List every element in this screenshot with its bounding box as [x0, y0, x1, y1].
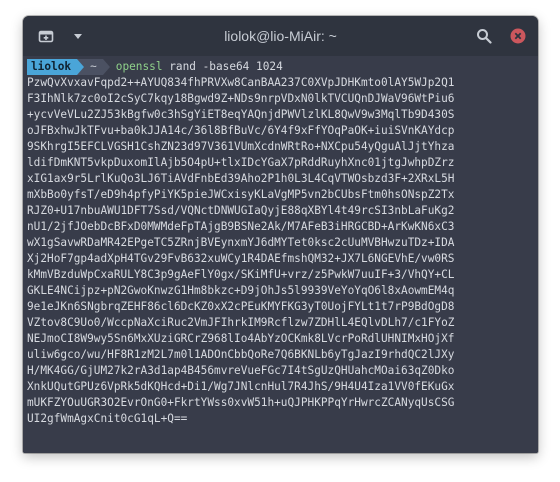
output-line: PzwQvXvxavFqpd2++AYUQ834fhPRVXw8CanBAA23… [27, 76, 455, 89]
close-button[interactable] [506, 16, 530, 56]
output-line: xIG1ax9r5LrlKuQo3LJ6TiAVdFnbEd39Aho2P1h0… [27, 172, 455, 185]
search-button[interactable] [472, 16, 496, 56]
command-output: PzwQvXvxavFqpd2++AYUQ834fhPRVXw8CanBAA23… [27, 75, 538, 427]
output-line: mXbBo0yfsT/eD9h4pfyPiYK5pieJWCxisyKLaVgM… [27, 188, 455, 201]
output-line: 9SKhrgI5EFCLVGSH1CshZN23d97V361VUmXcdnWR… [27, 140, 455, 153]
output-line: H/MK4GG/GjUM27k2rA3d1ap4B456mvreVueFGc7I… [27, 364, 455, 377]
output-line: +ycvVeVLu2ZJ53kBgfw0c3hSgYiET8eqYAQnjdPW… [27, 108, 455, 121]
output-line: mUKFZYOuUGR3O2EvrOnG0+FkrtYWss0xvW51h+uQ… [27, 396, 455, 409]
output-line: uliw6gco/wu/HF8R1zM2L7m0l1ADOnCbbQoRe7Q6… [27, 348, 455, 361]
prompt-line: liolok ~ openssl rand -base64 1024 [27, 59, 538, 75]
output-line: Xj2HoF7gp4adXpH4TGv29FvB632xuWCy1R4DAEfm… [27, 252, 455, 265]
output-line: 9e1eJKn6SNgbrqZEHF86cl6DcKZ0xX2cPEuKMYFK… [27, 300, 455, 313]
output-line: UI2gfWmAgxCnit0cG1qL+Q== [27, 412, 188, 425]
output-line: nU1/2jfJOebDcBFxD0MWMdeFpTAjgB9BSNe2Ak/M… [27, 220, 455, 233]
output-line: oJFBxhwJkTFvu+ba0kJJA14c/36l8BfBuVc/6Y4f… [27, 124, 455, 137]
terminal-window: liolok@lio-MiAir: ~ liolok ~ openssl rand … [23, 16, 538, 453]
output-line: wX1gSavwRDaMR42EPgeTC5ZRnjBVEynxmYJ6dMYT… [27, 236, 455, 249]
output-line: NEJmoCI8W9wy5Sn6MxXUziGRCrZ968lIo4AbYzOC… [27, 332, 455, 345]
output-line: ldifDmKNT5vkpDuxomIlAjb5O4pU+tlxIDcYGaX7… [27, 156, 455, 169]
prompt-separator [102, 59, 110, 75]
output-line: VZtov8C9Uo0/WccpNaXciRuc2VmJFIhrkIM9Rcfl… [27, 316, 455, 329]
output-line: F3IhNlk7zc0oI2cSyC7kqy18Bgwd9Z+NDs9nrpVD… [27, 92, 455, 105]
output-line: RJZ0+U17nbuAWU1DFT7Ssd/VQNctDNWUGIaQyjE8… [27, 204, 455, 217]
output-line: GKLE4NCijpz+pN2GwoKnwzG1Hm8bkzc+D9jOhJs5… [27, 284, 455, 297]
search-icon [477, 29, 492, 44]
prompt-user: liolok [27, 59, 78, 75]
prompt-directory: ~ [84, 59, 103, 75]
output-line: kMmVBzduWpCxaRULY8C3p9gAeFlY0gx/SKiMfU+v… [27, 268, 455, 281]
output-line: XnkUQutGPUz6VpRk5dKQHcd+Di1/Wg7JNlcnHul7… [27, 380, 455, 393]
command-args: rand -base64 1024 [162, 60, 283, 73]
close-icon [510, 28, 526, 44]
window-title: liolok@lio-MiAir: ~ [224, 28, 337, 44]
terminal-body[interactable]: liolok ~ openssl rand -base64 1024 PzwQvXv… [23, 56, 538, 453]
title-bar: liolok@lio-MiAir: ~ [23, 16, 538, 56]
prompt-separator [77, 59, 85, 75]
command-name: openssl [115, 60, 163, 73]
